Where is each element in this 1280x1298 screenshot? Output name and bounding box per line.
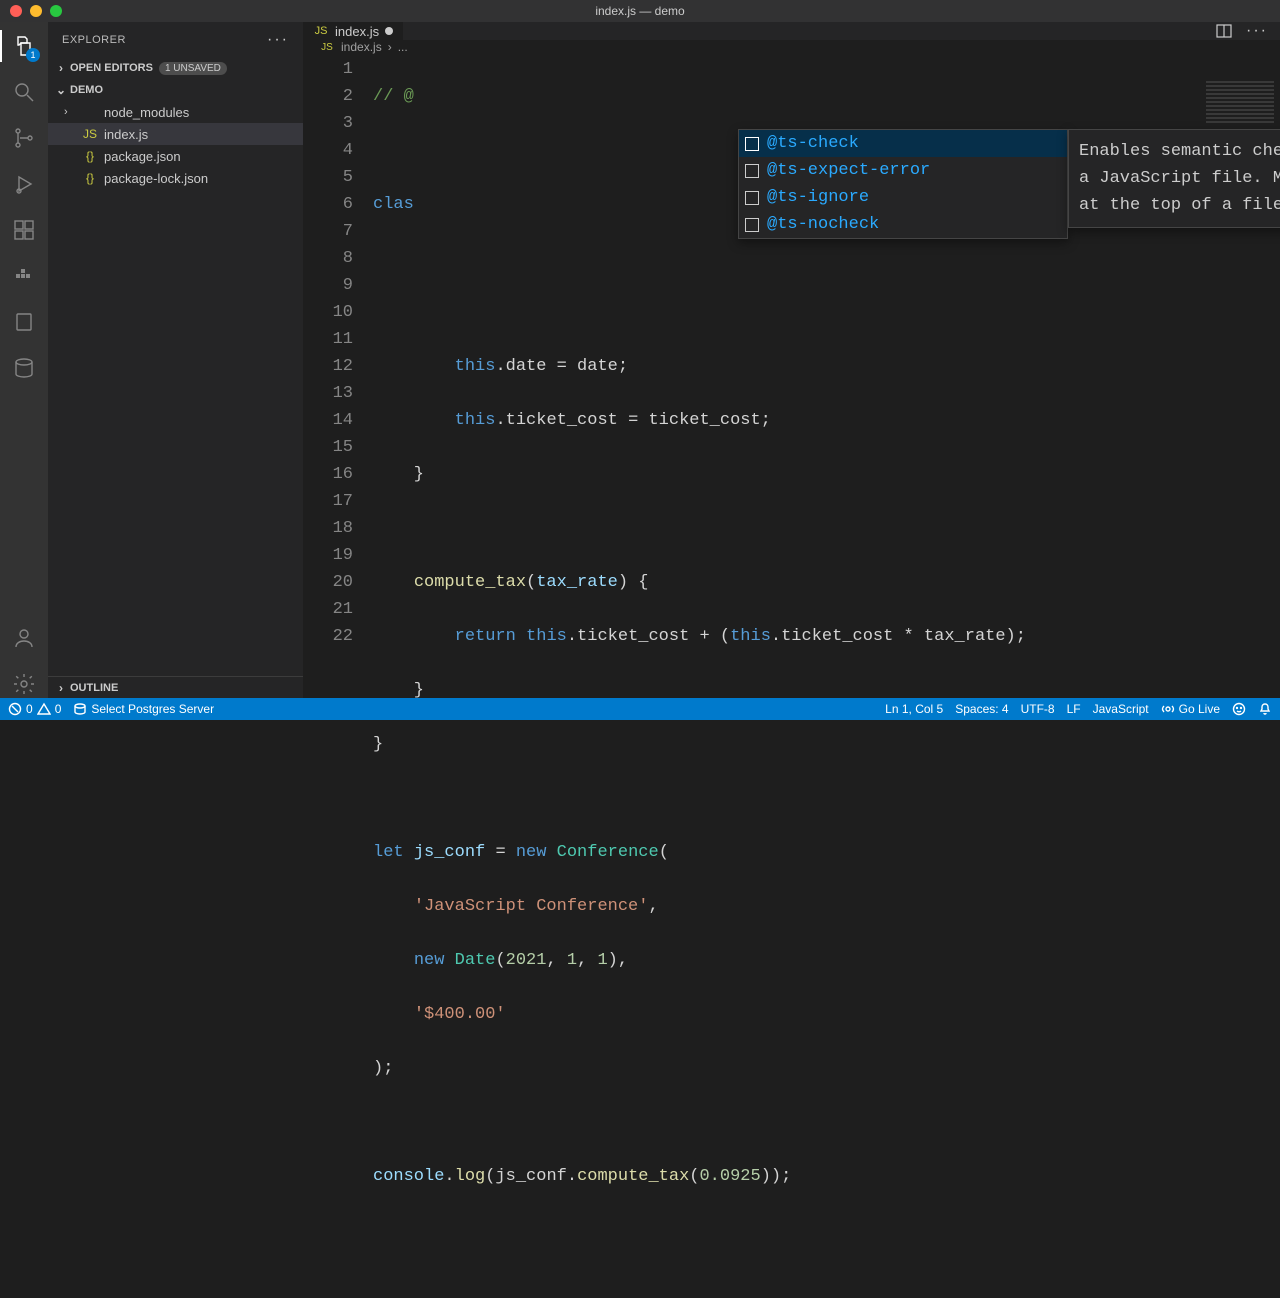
snippet-icon [745, 218, 759, 232]
breadcrumb-file: index.js [341, 40, 382, 54]
snippet-icon [745, 164, 759, 178]
sidebar-header: EXPLORER ··· [48, 22, 303, 57]
open-editors-section[interactable]: › OPEN EDITORS 1 UNSAVED [48, 57, 303, 79]
unsaved-badge: 1 UNSAVED [159, 62, 227, 75]
code-content[interactable]: // @ clas this.date = date; this.ticket_… [373, 54, 1280, 1298]
tree-item-label: package.json [104, 149, 181, 164]
tab-index-js[interactable]: JS index.js [303, 22, 404, 40]
js-file-icon: JS [313, 25, 329, 37]
bookmark-icon[interactable] [10, 308, 38, 336]
search-icon[interactable] [10, 78, 38, 106]
intellisense-doc: ✕ Enables semantic checking in a JavaScr… [1068, 129, 1280, 228]
chevron-right-icon: › [54, 681, 68, 695]
intellisense-popup[interactable]: @ts-check @ts-expect-error @ts-ignore @t… [738, 129, 1068, 239]
suggest-item[interactable]: @ts-expect-error [739, 157, 1067, 184]
status-postgres[interactable]: Select Postgres Server [73, 702, 214, 716]
suggest-label: @ts-expect-error [767, 161, 930, 180]
explorer-icon[interactable]: 1 [10, 32, 38, 60]
open-editors-label: OPEN EDITORS [70, 62, 153, 74]
settings-gear-icon[interactable] [10, 670, 38, 698]
status-postgres-label: Select Postgres Server [91, 702, 214, 716]
close-window-button[interactable] [10, 5, 22, 17]
breadcrumb-rest: ... [398, 40, 408, 54]
tab-label: index.js [335, 24, 379, 39]
extensions-icon[interactable] [10, 216, 38, 244]
tree-item-label: package-lock.json [104, 171, 208, 186]
run-debug-icon[interactable] [10, 170, 38, 198]
tabs: JS index.js ··· [303, 22, 1280, 40]
minimize-window-button[interactable] [30, 5, 42, 17]
titlebar: index.js — demo [0, 0, 1280, 22]
file-tree: › node_modules JS index.js {} package.js… [48, 101, 303, 189]
json-file-icon: {} [82, 149, 98, 163]
suggest-item[interactable]: @ts-check [739, 130, 1067, 157]
project-label: DEMO [70, 84, 103, 96]
json-file-icon: {} [82, 171, 98, 185]
tree-file-package-json[interactable]: {} package.json [48, 145, 303, 167]
maximize-window-button[interactable] [50, 5, 62, 17]
split-editor-icon[interactable] [1216, 23, 1232, 39]
code-editor[interactable]: 12345678910111213141516171819202122 // @… [303, 54, 1280, 1298]
snippet-icon [745, 137, 759, 151]
suggest-item[interactable]: @ts-nocheck [739, 211, 1067, 238]
window-controls [0, 5, 62, 17]
sidebar-title: EXPLORER [62, 34, 126, 46]
chevron-right-icon: › [64, 106, 76, 118]
outline-section[interactable]: › OUTLINE [48, 676, 303, 698]
tree-item-label: index.js [104, 127, 148, 142]
tree-file-package-lock-json[interactable]: {} package-lock.json [48, 167, 303, 189]
window-title: index.js — demo [595, 4, 684, 18]
snippet-icon [745, 191, 759, 205]
outline-label: OUTLINE [70, 682, 118, 694]
tree-folder-node-modules[interactable]: › node_modules [48, 101, 303, 123]
breadcrumb-separator: › [388, 40, 392, 54]
suggest-item[interactable]: @ts-ignore [739, 184, 1067, 211]
editor-region: JS index.js ··· JS index.js › ... 123456… [303, 22, 1280, 698]
docker-icon[interactable] [10, 262, 38, 290]
database-icon[interactable] [10, 354, 38, 382]
line-gutter: 12345678910111213141516171819202122 [303, 54, 373, 1298]
tree-item-label: node_modules [104, 105, 189, 120]
editor-more-icon[interactable]: ··· [1246, 22, 1268, 40]
chevron-down-icon: ⌄ [54, 83, 68, 97]
activity-bar: 1 [0, 22, 48, 698]
tree-file-index-js[interactable]: JS index.js [48, 123, 303, 145]
more-actions-icon[interactable]: ··· [267, 31, 289, 49]
intellisense-doc-text: Enables semantic checking in a JavaScrip… [1079, 142, 1280, 215]
js-file-icon: JS [82, 127, 98, 141]
js-file-icon: JS [319, 42, 335, 53]
explorer-badge: 1 [26, 48, 40, 62]
chevron-right-icon: › [54, 61, 68, 75]
suggest-label: @ts-ignore [767, 188, 869, 207]
status-errors: 0 [26, 702, 33, 716]
sidebar: EXPLORER ··· › OPEN EDITORS 1 UNSAVED ⌄ … [48, 22, 303, 698]
status-problems[interactable]: 0 0 [8, 702, 61, 716]
source-control-icon[interactable] [10, 124, 38, 152]
account-icon[interactable] [10, 624, 38, 652]
unsaved-dot-icon [385, 27, 393, 35]
breadcrumbs[interactable]: JS index.js › ... [303, 40, 1280, 54]
project-section[interactable]: ⌄ DEMO [48, 79, 303, 101]
suggest-label: @ts-nocheck [767, 215, 879, 234]
status-warnings: 0 [55, 702, 62, 716]
suggest-label: @ts-check [767, 134, 859, 153]
